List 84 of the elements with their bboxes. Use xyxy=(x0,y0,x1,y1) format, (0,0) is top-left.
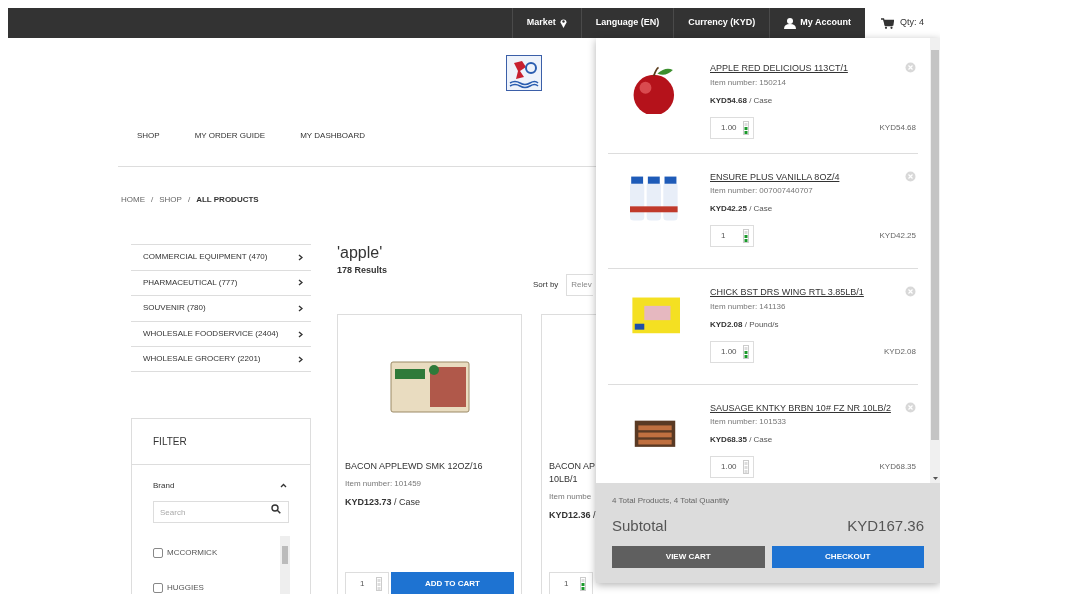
person-icon xyxy=(784,17,797,29)
sort-label: Sort by xyxy=(533,278,559,291)
breadcrumb-link[interactable]: HOME xyxy=(121,194,145,206)
product-name[interactable]: BACON AP 10LB/1 xyxy=(549,459,597,486)
item-number: Item number: 101533 xyxy=(710,416,788,428)
logo[interactable] xyxy=(506,55,542,91)
product-price: KYD123.73 / Case xyxy=(345,495,422,509)
checkbox[interactable] xyxy=(153,548,163,559)
stepper-icon xyxy=(743,460,749,474)
brand-option: MCCORMICK xyxy=(167,547,218,560)
cart-summary: 4 Total Products, 4 Total Quantity xyxy=(612,495,731,507)
remove-icon xyxy=(905,62,916,73)
line-total: KYD68.35 xyxy=(879,461,916,473)
remove-icon xyxy=(905,401,916,413)
add-to-cart-button[interactable]: ADD TO CART xyxy=(391,571,514,594)
breadcrumb-link[interactable]: ALL PRODUCTS xyxy=(196,194,259,206)
stepper-icon xyxy=(743,344,749,359)
product-name[interactable]: BACON APPLEWD SMK 12OZ/16 xyxy=(345,459,514,473)
item-number: Item number: 101459 xyxy=(345,477,423,490)
chevron-right-icon xyxy=(298,330,303,338)
nav-link[interactable]: SHOP xyxy=(137,130,160,142)
filter-title: FILTER xyxy=(153,434,187,449)
chevron-right-icon xyxy=(298,305,303,312)
quantity-field[interactable]: 1 xyxy=(549,571,593,594)
search-query: 'apple' xyxy=(337,244,384,262)
category-link[interactable]: SOUVENIR (780) xyxy=(131,295,311,321)
remove-icon xyxy=(905,286,916,297)
sort-select[interactable]: Relev xyxy=(566,273,594,296)
cart-item-price: KYD54.68 / Case xyxy=(710,94,774,107)
sort-value: Relev xyxy=(571,278,592,291)
search-icon xyxy=(271,503,281,514)
stepper-icon xyxy=(743,229,749,243)
subtotal-label: Subtotal xyxy=(612,516,668,536)
cart-tab[interactable]: Qty: 4 xyxy=(865,8,940,38)
category-link[interactable]: PHARMACEUTICAL (777) xyxy=(131,269,311,296)
subtotal-amount: KYD167.36 xyxy=(847,516,924,536)
facet-title: Brand xyxy=(153,479,175,492)
checkbox[interactable] xyxy=(153,583,163,594)
product-price: KYD12.36 / xyxy=(549,508,597,522)
checkout-button[interactable]: CHECKOUT xyxy=(771,545,924,568)
quantity-field[interactable]: 1 xyxy=(710,225,754,247)
brand-option: HUGGIES xyxy=(167,582,204,594)
category-link[interactable]: WHOLESALE FOODSERVICE (2404) xyxy=(131,320,311,347)
cart-item-price: KYD2.08 / Pound/s xyxy=(710,318,780,331)
cart-item-name[interactable]: APPLE RED DELICIOUS 113CT/1 xyxy=(710,62,848,76)
quantity-field[interactable]: 1.00 xyxy=(710,456,754,478)
breadcrumb-separator: / xyxy=(187,194,191,206)
location-pin-icon xyxy=(559,18,567,28)
cart-item-name[interactable]: SAUSAGE KNTKY BRBN 10# FZ NR 10LB/2 xyxy=(710,401,891,415)
line-total: KYD54.68 xyxy=(879,121,916,134)
remove-icon xyxy=(905,170,916,182)
cart-icon xyxy=(881,17,894,29)
cart-item-price: KYD68.35 / Case xyxy=(710,434,774,446)
chevron-right-icon xyxy=(298,279,303,287)
stepper-icon xyxy=(376,576,382,591)
item-number: Item numbe xyxy=(549,490,593,503)
quantity-field[interactable]: 1 xyxy=(345,571,389,594)
chevron-right-icon xyxy=(298,253,303,261)
quantity-field[interactable]: 1.00 xyxy=(710,340,754,363)
scrollbar[interactable] xyxy=(930,38,940,483)
stepper-icon xyxy=(580,576,586,591)
chevron-right-icon xyxy=(298,355,303,363)
breadcrumb-separator: / xyxy=(151,194,154,206)
cart-item-name[interactable]: ENSURE PLUS VANILLA 8OZ/4 xyxy=(710,170,840,184)
breadcrumb-link[interactable]: SHOP xyxy=(159,194,182,206)
item-number: Item number: 007007440707 xyxy=(710,185,814,197)
nav-link[interactable]: MY ORDER GUIDE xyxy=(194,130,266,142)
item-number: Item number: 150214 xyxy=(710,76,788,89)
results-count: 178 Results xyxy=(337,264,389,277)
cart-item-name[interactable]: CHICK BST DRS WING RTL 3.85LB/1 xyxy=(710,286,864,300)
scrollbar[interactable] xyxy=(280,535,290,594)
stepper-icon xyxy=(743,120,749,135)
scroll-down-arrow-icon xyxy=(932,477,938,480)
nav-link[interactable]: MY DASHBOARD xyxy=(300,130,365,142)
top-bar-link[interactable]: Market xyxy=(511,8,581,38)
line-total: KYD2.08 xyxy=(883,345,916,358)
item-number: Item number: 141136 xyxy=(710,300,787,313)
quantity-field[interactable]: 1.00 xyxy=(710,116,754,139)
cart-item-price: KYD42.25 / Case xyxy=(710,203,774,215)
category-link[interactable]: COMMERCIAL EQUIPMENT (470) xyxy=(131,244,311,270)
line-total: KYD42.25 xyxy=(879,230,916,242)
view-cart-button[interactable]: VIEW CART xyxy=(612,545,765,568)
category-link[interactable]: WHOLESALE GROCERY (2201) xyxy=(131,346,311,372)
search-field[interactable]: Search xyxy=(153,501,289,524)
